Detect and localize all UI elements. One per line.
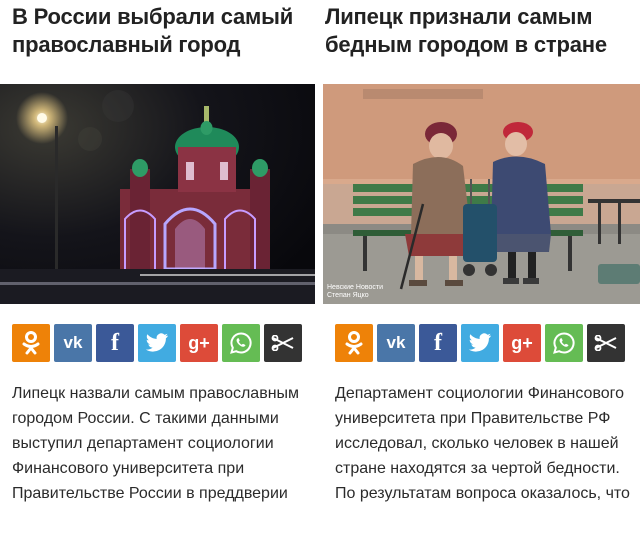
article-title[interactable]: В России выбрали самый православный горо… bbox=[12, 3, 312, 59]
vk-icon: vk bbox=[63, 333, 83, 352]
share-more-button[interactable] bbox=[264, 324, 302, 362]
google-plus-icon: g+ bbox=[188, 332, 210, 353]
pensioners-bench-image bbox=[323, 84, 640, 304]
share-bar: vk f g+ bbox=[12, 324, 302, 364]
share-bar: vk f g+ bbox=[335, 324, 625, 364]
whatsapp-icon bbox=[553, 332, 575, 354]
twitter-icon bbox=[145, 333, 168, 352]
share-twitter-button[interactable] bbox=[461, 324, 499, 362]
whatsapp-icon bbox=[230, 332, 252, 354]
share-odnoklassniki-button[interactable] bbox=[12, 324, 50, 362]
share-google-plus-button[interactable]: g+ bbox=[503, 324, 541, 362]
share-facebook-button[interactable]: f bbox=[96, 324, 134, 362]
ok-icon bbox=[22, 331, 40, 355]
article-title[interactable]: Липецк признали самым бедным городом в с… bbox=[325, 3, 625, 59]
share-vk-button[interactable]: vk bbox=[377, 324, 415, 362]
article-lead-text: Департамент социологии Финансового униве… bbox=[335, 385, 630, 502]
share-twitter-button[interactable] bbox=[138, 324, 176, 362]
share-odnoklassniki-button[interactable] bbox=[335, 324, 373, 362]
scissors-icon bbox=[271, 335, 294, 351]
photo-credit-caption: Невские Новости Степан Яцко bbox=[327, 284, 383, 299]
share-whatsapp-button[interactable] bbox=[222, 324, 260, 362]
share-whatsapp-button[interactable] bbox=[545, 324, 583, 362]
scissors-icon bbox=[594, 335, 617, 351]
share-facebook-button[interactable]: f bbox=[419, 324, 457, 362]
vk-icon: vk bbox=[386, 333, 406, 352]
facebook-icon: f bbox=[434, 329, 442, 356]
article-lead-text: Липецк назвали самым православным городо… bbox=[12, 385, 300, 502]
article-photo-church[interactable] bbox=[0, 84, 315, 304]
share-vk-button[interactable]: vk bbox=[54, 324, 92, 362]
church-night-image bbox=[0, 84, 315, 304]
article-photo-pensioners[interactable]: Невские Новости Степан Яцко bbox=[323, 84, 640, 304]
share-google-plus-button[interactable]: g+ bbox=[180, 324, 218, 362]
ok-icon bbox=[345, 331, 363, 355]
facebook-icon: f bbox=[111, 329, 119, 356]
twitter-icon bbox=[468, 333, 491, 352]
share-more-button[interactable] bbox=[587, 324, 625, 362]
google-plus-icon: g+ bbox=[511, 332, 533, 353]
